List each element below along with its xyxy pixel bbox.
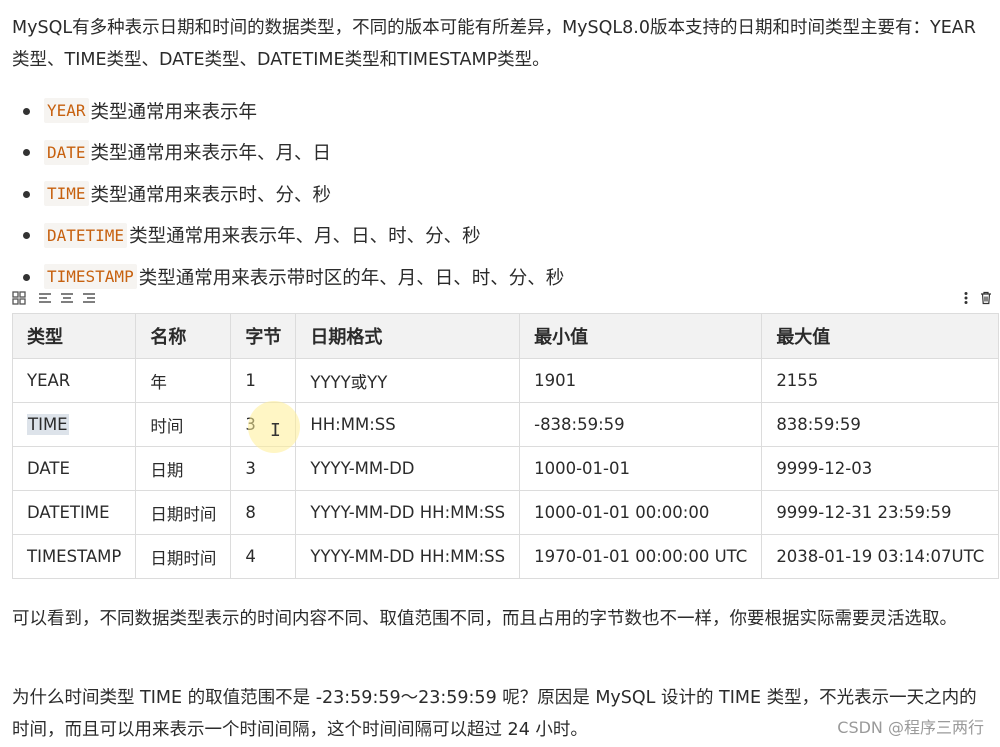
inline-code: TIMESTAMP (44, 264, 137, 290)
align-left-icon[interactable] (38, 291, 52, 310)
table-cell[interactable]: YYYY-MM-DD (295, 446, 521, 491)
intro-paragraph: MySQL有多种表示日期和时间的数据类型，不同的版本可能有所差异，MySQL8.… (12, 18, 976, 70)
table-cell[interactable]: 3 (230, 446, 297, 491)
align-right-icon[interactable] (82, 291, 96, 310)
bullet-text: 类型通常用来表示带时区的年、月、日、时、分、秒 (138, 267, 565, 289)
table-cell[interactable]: 8 (230, 490, 297, 535)
summary-paragraph: 可以看到，不同数据类型表示的时间内容不同、取值范围不同，而且占用的字节数也不一样… (12, 609, 957, 629)
table-cell[interactable]: 9999-12-31 23:59:59 (761, 490, 1000, 535)
table-cell[interactable]: 年 (135, 358, 232, 403)
table-row: DATETIME 日期时间 8 YYYY-MM-DD HH:MM:SS 1000… (11, 490, 1000, 535)
bullet-text: 类型通常用来表示年 (90, 101, 258, 123)
table-cell[interactable]: YYYY-MM-DD HH:MM:SS (295, 534, 521, 579)
table-cell-selected[interactable]: TIME (11, 402, 137, 447)
table-cell[interactable]: 1 (230, 358, 297, 403)
table-cell[interactable]: TIMESTAMP (11, 534, 137, 579)
bullet-dot (23, 190, 30, 198)
table-cell[interactable]: 时间 (135, 402, 232, 447)
table-row: DATE 日期 3 YYYY-MM-DD 1000-01-01 9999-12-… (11, 446, 1000, 491)
table-row: TIME 时间 3 HH:MM:SS -838:59:59 838:59:59 (11, 402, 1000, 447)
header-cell: 字节 (230, 313, 297, 359)
table-cell[interactable]: YYYY或YY (295, 358, 521, 403)
table-cell[interactable]: 2038-01-19 03:14:07UTC (761, 534, 1000, 579)
table-cell[interactable]: 1000-01-01 00:00:00 (519, 490, 763, 535)
table-cell[interactable]: 日期 (135, 446, 232, 491)
table-cell[interactable]: 2155 (761, 358, 1000, 403)
bullet-dot (23, 107, 30, 115)
bullet-dot (23, 273, 30, 281)
table-cell[interactable]: DATE (11, 446, 137, 491)
table-cell[interactable]: YYYY-MM-DD HH:MM:SS (295, 490, 521, 535)
table-cell[interactable]: 4 (230, 534, 297, 579)
table-header-row: 类型 名称 字节 日期格式 最小值 最大值 (11, 313, 1000, 359)
header-cell: 最大值 (761, 313, 1000, 359)
table-cell[interactable]: 3 (230, 402, 297, 447)
align-center-icon[interactable] (60, 291, 74, 310)
header-cell: 日期格式 (295, 313, 521, 359)
bullet-text: 类型通常用来表示年、月、日 (90, 143, 332, 165)
bullet-item-date: DATE 类型通常用来表示年、月、日 (0, 132, 564, 174)
table-cell[interactable]: HH:MM:SS (295, 402, 521, 447)
type-bullet-list: YEAR 类型通常用来表示年 DATE 类型通常用来表示年、月、日 TIME 类… (0, 90, 564, 298)
datetime-types-table: 类型 名称 字节 日期格式 最小值 最大值 YEAR 年 1 YYYY或YY 1… (11, 313, 1000, 579)
bullet-text: 类型通常用来表示年、月、日、时、分、秒 (129, 226, 481, 248)
table-cell[interactable]: 1901 (519, 358, 763, 403)
more-vertical-icon[interactable] (962, 291, 970, 310)
table-toolbar (12, 289, 992, 309)
table-cell[interactable]: 1970-01-01 00:00:00 UTC (519, 534, 763, 579)
csdn-watermark: CSDN @程序三两行 (837, 718, 984, 737)
table-row: YEAR 年 1 YYYY或YY 1901 2155 (11, 358, 1000, 403)
header-cell: 名称 (135, 313, 232, 359)
table-cell[interactable]: 9999-12-03 (761, 446, 1000, 491)
table-cell[interactable]: 838:59:59 (761, 402, 1000, 447)
bullet-item-time: TIME 类型通常用来表示时、分、秒 (0, 173, 564, 215)
table-cell[interactable]: DATETIME (11, 490, 137, 535)
header-cell: 类型 (11, 313, 137, 359)
bullet-text: 类型通常用来表示时、分、秒 (90, 184, 332, 206)
table-cell[interactable]: -838:59:59 (519, 402, 763, 447)
header-cell: 最小值 (519, 313, 763, 359)
trash-icon[interactable] (980, 291, 992, 310)
table-cell[interactable]: 1000-01-01 (519, 446, 763, 491)
bullet-item-datetime: DATETIME 类型通常用来表示年、月、日、时、分、秒 (0, 215, 564, 257)
table-row: TIMESTAMP 日期时间 4 YYYY-MM-DD HH:MM:SS 197… (11, 534, 1000, 579)
bullet-item-year: YEAR 类型通常用来表示年 (0, 90, 564, 132)
table-cell[interactable]: 日期时间 (135, 534, 232, 579)
inline-code: DATETIME (44, 222, 128, 248)
table-cell[interactable]: YEAR (11, 358, 137, 403)
table-cell[interactable]: 日期时间 (135, 490, 232, 535)
inline-code: TIME (44, 181, 89, 207)
selected-text: TIME (27, 414, 69, 435)
inline-code: DATE (44, 139, 89, 165)
bullet-dot (23, 232, 30, 240)
grid-icon[interactable] (12, 291, 26, 310)
bullet-dot (23, 149, 30, 157)
inline-code: YEAR (44, 98, 89, 124)
